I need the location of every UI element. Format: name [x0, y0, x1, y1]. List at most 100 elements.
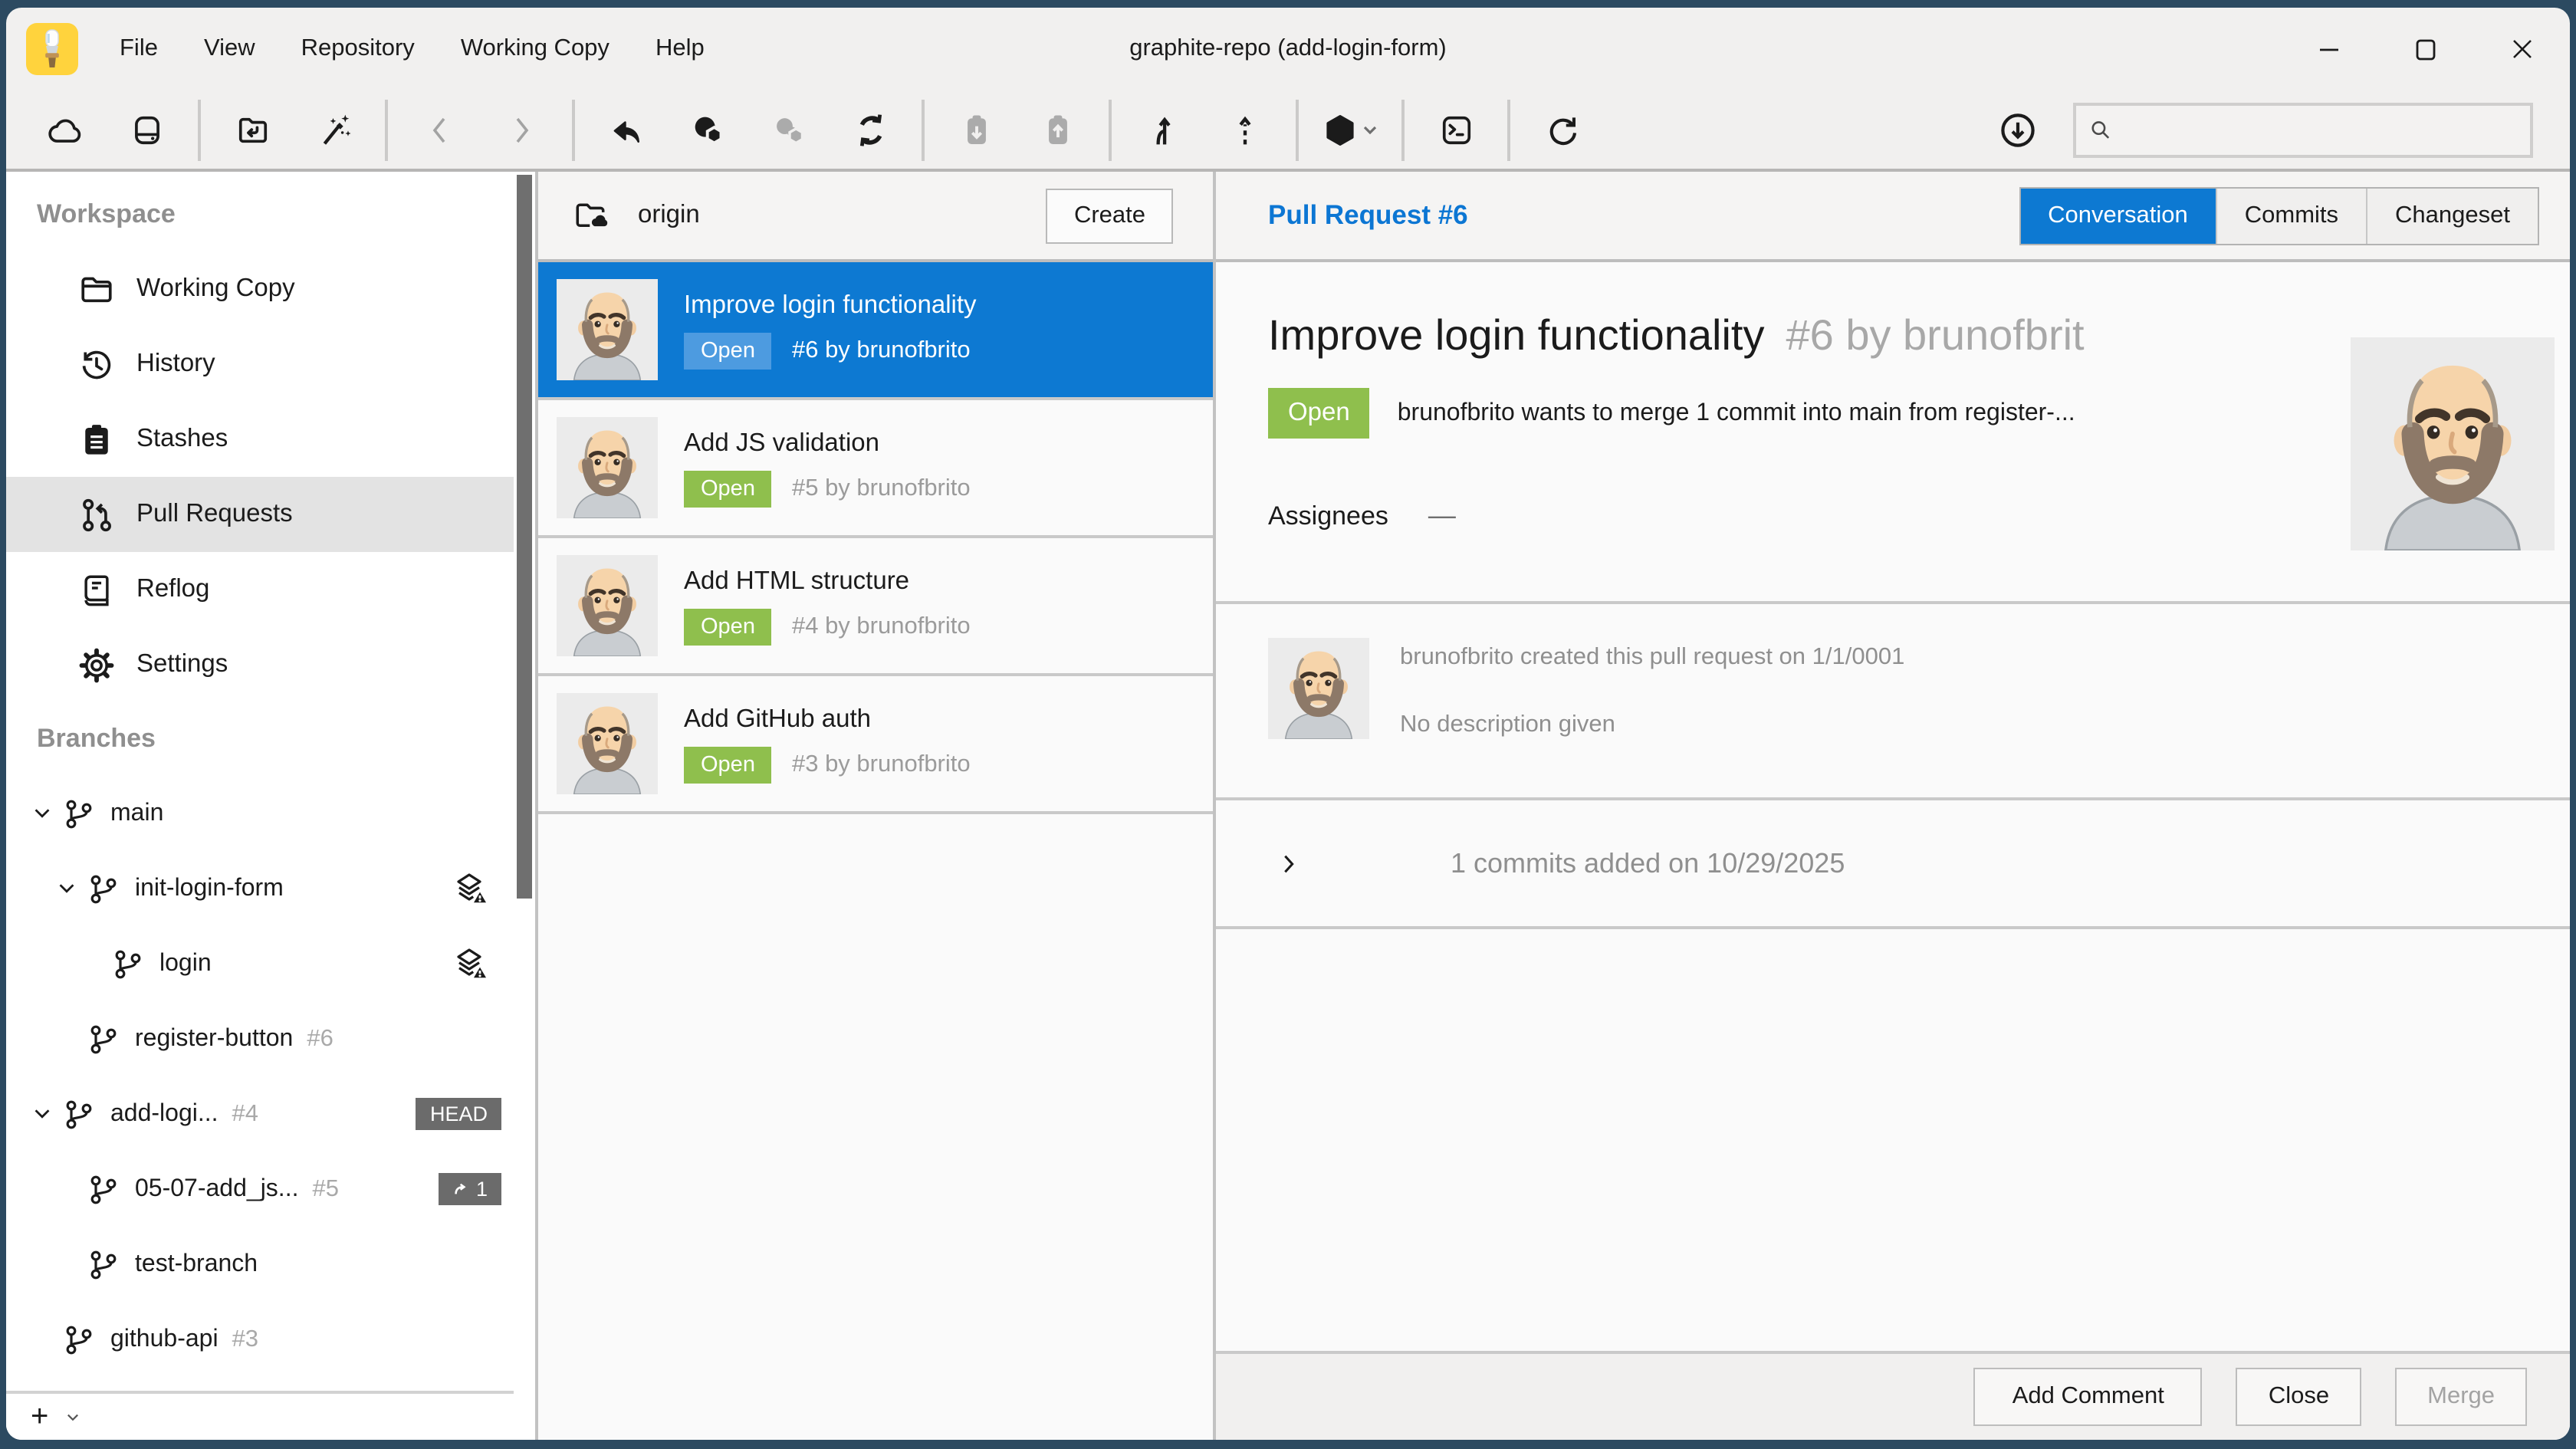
sync-icon[interactable]: [830, 97, 911, 162]
search-input[interactable]: [2124, 116, 2518, 143]
branch-row-main[interactable]: main: [6, 776, 514, 851]
branch-name: 05-07-add_js...: [135, 1175, 298, 1203]
open-repo-icon[interactable]: [212, 97, 293, 162]
branch-pr-number: #5: [312, 1175, 339, 1203]
toolbar-separator: [1296, 99, 1299, 160]
page-title: Pull Request #6: [1268, 199, 1468, 232]
branch-icon: [61, 797, 95, 830]
pr-item-meta: #4 by brunofbrito: [792, 613, 971, 640]
menu-help[interactable]: Help: [632, 8, 728, 90]
menu-view[interactable]: View: [181, 8, 278, 90]
minimize-button[interactable]: [2280, 8, 2377, 90]
status-badge: Open: [684, 470, 772, 507]
branch-row-login[interactable]: login: [6, 926, 514, 1001]
search-icon: [2088, 117, 2112, 143]
pr-item-title: Improve login functionality: [684, 291, 977, 320]
sidebar-item-history[interactable]: History: [6, 327, 514, 402]
pull-request-icon: [77, 495, 117, 534]
chevron-down-icon[interactable]: [64, 1408, 80, 1425]
branch-name: register-button: [135, 1025, 293, 1053]
pr-list-item[interactable]: Add JS validation Open #5 by brunofbrito: [538, 400, 1213, 538]
create-pr-button[interactable]: Create: [1046, 188, 1173, 243]
branch-row-github-api[interactable]: github-api #3: [6, 1302, 514, 1377]
sidebar-item-label: Pull Requests: [136, 500, 293, 529]
push-branch-icon[interactable]: [1122, 97, 1204, 162]
workspace-section-header: Workspace: [6, 178, 514, 251]
add-branch-button[interactable]: +: [31, 1401, 48, 1432]
sidebar-scrollbar[interactable]: [514, 172, 538, 1440]
branch-row-test-branch[interactable]: test-branch: [6, 1227, 514, 1302]
window-title: graphite-repo (add-login-form): [1129, 8, 1447, 90]
avatar: [1268, 638, 1369, 739]
branch-name: add-logi...: [110, 1100, 219, 1128]
refresh-icon[interactable]: [1521, 97, 1602, 162]
magic-wand-icon[interactable]: [293, 97, 374, 162]
branch-row-register-button[interactable]: register-button #6: [6, 1001, 514, 1076]
chevron-right-icon[interactable]: [1277, 850, 1300, 876]
tab-changeset[interactable]: Changeset: [2366, 188, 2538, 243]
app-logo-icon: [26, 23, 78, 75]
status-badge: Open: [1268, 388, 1370, 439]
cloud-fetch-icon[interactable]: [25, 97, 106, 162]
sidebar-item-label: History: [136, 350, 215, 379]
sidebar-item-working-copy[interactable]: Working Copy: [6, 251, 514, 327]
sidebar-item-pull-requests[interactable]: Pull Requests: [6, 477, 514, 552]
chevron-down-icon[interactable]: [21, 1102, 61, 1125]
arrow-up-right-icon: [453, 1181, 470, 1198]
paste-apply-icon[interactable]: [935, 97, 1017, 162]
paste-save-icon[interactable]: [1017, 97, 1098, 162]
toolbar-separator: [1507, 99, 1510, 160]
branch-row-add-login[interactable]: add-logi... #4 HEAD: [6, 1076, 514, 1152]
menu-file[interactable]: File: [97, 8, 181, 90]
back-icon[interactable]: [399, 97, 480, 162]
pr-title: Improve login functionality: [1268, 311, 1764, 359]
branch-pr-number: #6: [307, 1025, 334, 1053]
branch-row-add-js[interactable]: 05-07-add_js... #5 1: [6, 1152, 514, 1227]
close-pr-button[interactable]: Close: [2236, 1368, 2361, 1426]
chevron-down-icon[interactable]: [21, 802, 61, 825]
account-hexagon-icon[interactable]: [1309, 97, 1391, 162]
maximize-button[interactable]: [2377, 8, 2473, 90]
pr-list-item[interactable]: Add GitHub auth Open #3 by brunofbrito: [538, 676, 1213, 814]
status-badge: Open: [684, 608, 772, 645]
detail-footer: Add Comment Close Merge: [1216, 1351, 2570, 1440]
menu-working-copy[interactable]: Working Copy: [438, 8, 632, 90]
merge-button[interactable]: Merge: [2395, 1368, 2527, 1426]
sidebar-item-stashes[interactable]: Stashes: [6, 402, 514, 477]
menu-repository[interactable]: Repository: [278, 8, 438, 90]
branch-icon: [61, 1322, 95, 1356]
tab-conversation[interactable]: Conversation: [2020, 188, 2216, 243]
pr-item-title: Add JS validation: [684, 429, 971, 458]
main-area: Workspace Working Copy History: [6, 172, 2570, 1440]
head-badge: HEAD: [416, 1098, 501, 1130]
sidebar-item-reflog[interactable]: Reflog: [6, 552, 514, 627]
commits-group-row[interactable]: 1 commits added on 10/29/2025: [1216, 800, 2570, 926]
download-circle-icon[interactable]: [1976, 97, 2058, 162]
terminal-icon[interactable]: [1415, 97, 1497, 162]
pr-list-item[interactable]: Add HTML structure Open #4 by brunofbrit…: [538, 538, 1213, 676]
chevron-down-icon[interactable]: [46, 877, 86, 900]
commit-icon[interactable]: [667, 97, 748, 162]
branch-row-init-login-form[interactable]: init-login-form: [6, 851, 514, 926]
forward-icon[interactable]: [480, 97, 561, 162]
pull-dashed-icon[interactable]: [1204, 97, 1285, 162]
remote-name: origin: [638, 201, 700, 230]
archive-icon[interactable]: [106, 97, 187, 162]
cherry-pick-icon[interactable]: [748, 97, 830, 162]
folder-icon: [77, 269, 117, 309]
pr-list-item[interactable]: Improve login functionality Open #6 by b…: [538, 262, 1213, 400]
toolbar-separator: [922, 99, 925, 160]
sidebar-item-label: Settings: [136, 650, 228, 679]
close-button[interactable]: [2473, 8, 2570, 90]
undo-icon[interactable]: [586, 97, 667, 162]
branch-icon: [86, 1022, 120, 1056]
assignees-label: Assignees: [1268, 501, 1388, 531]
tab-commits[interactable]: Commits: [2216, 188, 2366, 243]
author-avatar: [2351, 337, 2555, 550]
scrollbar-thumb[interactable]: [517, 175, 532, 899]
branches-section-header: Branches: [6, 702, 514, 776]
sidebar-item-settings[interactable]: Settings: [6, 627, 514, 702]
toolbar-separator: [198, 99, 201, 160]
sidebar-item-label: Stashes: [136, 425, 228, 454]
add-comment-button[interactable]: Add Comment: [1974, 1368, 2203, 1426]
